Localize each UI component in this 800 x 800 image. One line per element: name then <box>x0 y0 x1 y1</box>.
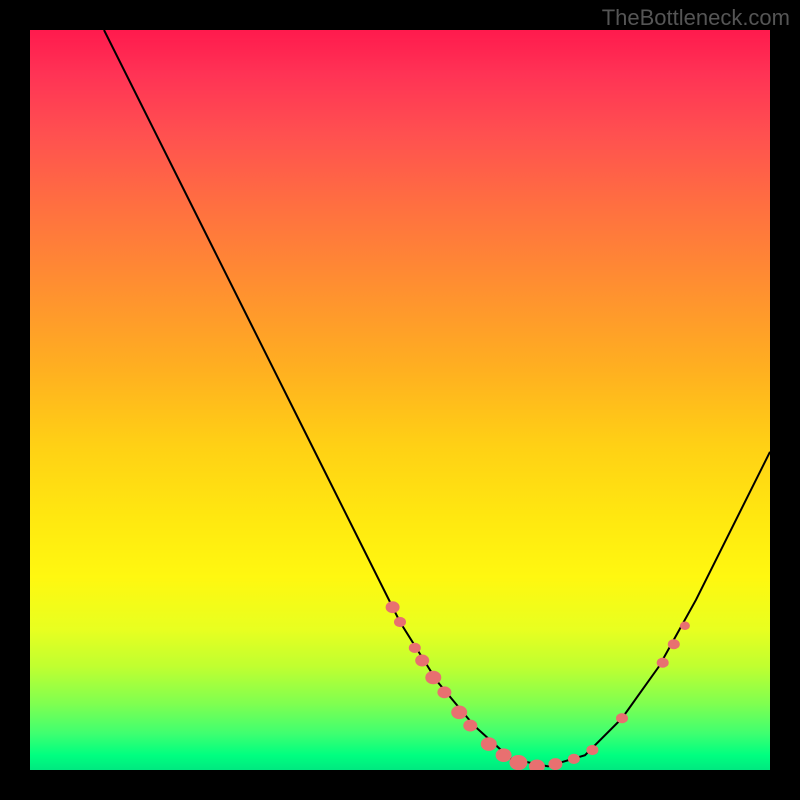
data-point <box>568 754 580 764</box>
data-point <box>616 713 628 723</box>
data-point <box>437 686 451 698</box>
bottleneck-curve <box>104 30 770 766</box>
data-point <box>496 748 512 762</box>
data-point <box>386 601 400 613</box>
data-point <box>409 643 421 653</box>
data-point <box>425 671 441 685</box>
data-point <box>394 617 406 627</box>
data-point <box>415 655 429 667</box>
chart-plot-area <box>30 30 770 770</box>
data-point <box>668 639 680 649</box>
data-point <box>509 755 527 770</box>
data-point <box>657 658 669 668</box>
chart-svg <box>30 30 770 770</box>
data-point <box>548 758 562 770</box>
data-point <box>463 720 477 732</box>
watermark-text: TheBottleneck.com <box>602 5 790 31</box>
data-point <box>529 760 545 771</box>
data-point <box>586 745 598 755</box>
data-point <box>680 621 690 630</box>
data-point <box>481 737 497 751</box>
data-point <box>451 706 467 720</box>
